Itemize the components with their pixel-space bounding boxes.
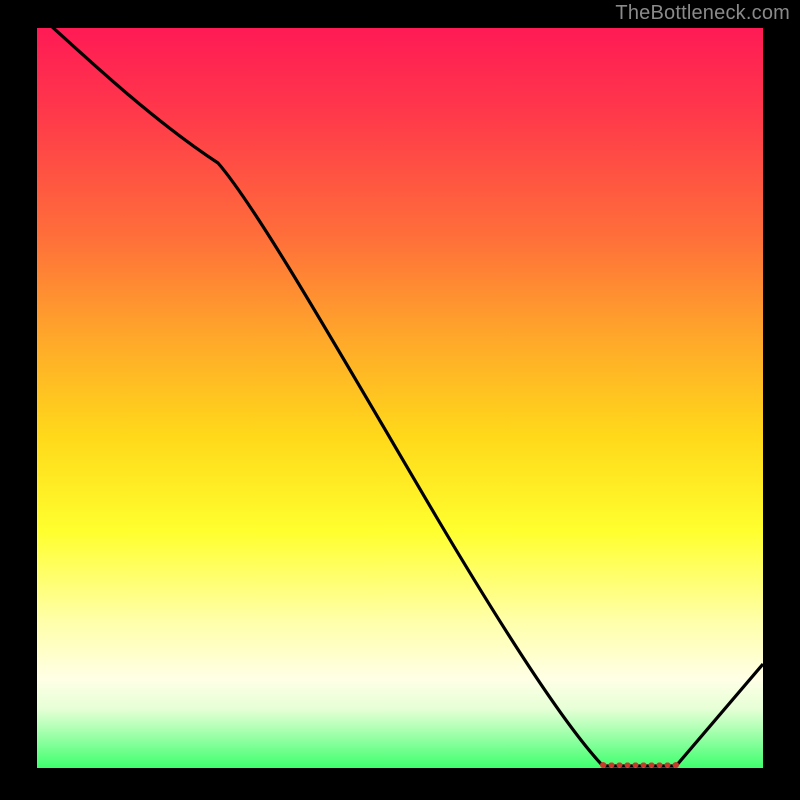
dot-end xyxy=(673,762,679,768)
plot-area xyxy=(37,28,763,768)
curve-path xyxy=(37,28,763,766)
line-series xyxy=(37,28,763,768)
source-watermark: TheBottleneck.com xyxy=(615,2,790,25)
dot-start xyxy=(600,762,606,768)
chart-frame: TheBottleneck.com xyxy=(0,0,800,800)
